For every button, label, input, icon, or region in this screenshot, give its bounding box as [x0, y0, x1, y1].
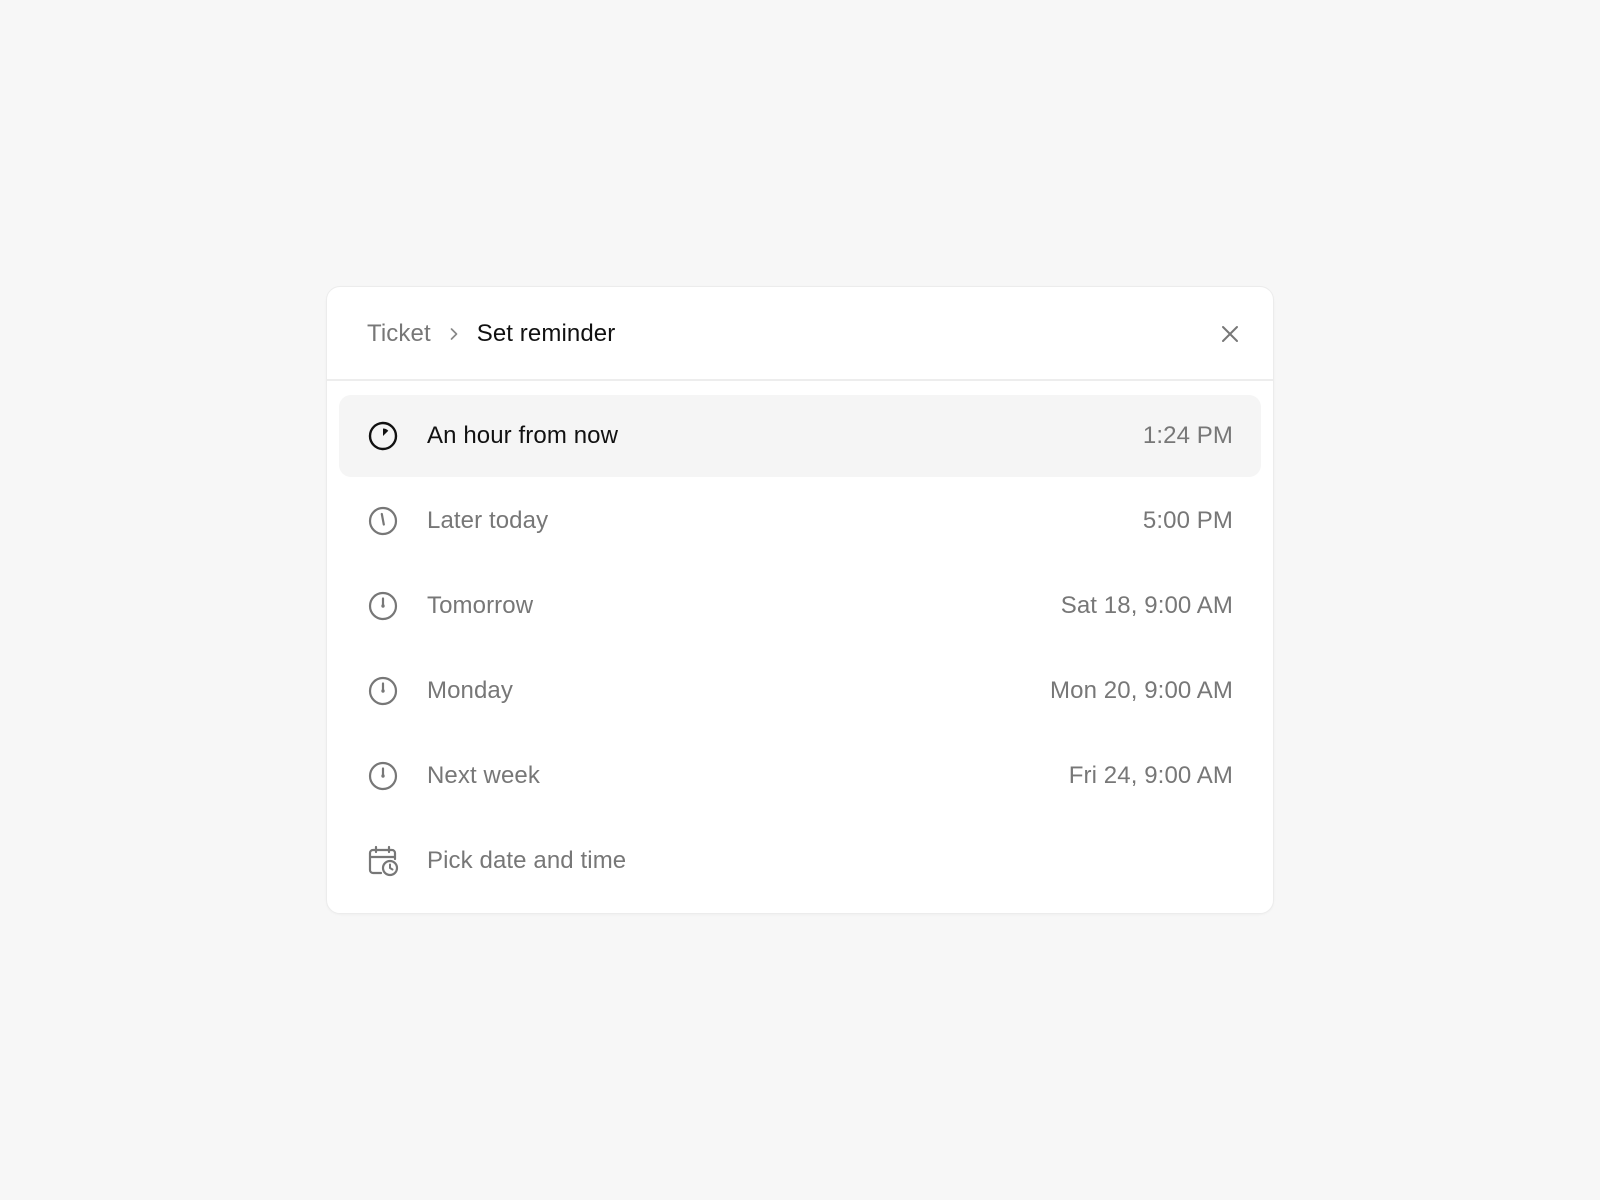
chevron-right-icon	[431, 322, 477, 346]
clock-icon	[367, 505, 399, 537]
option-time: 5:00 PM	[1142, 507, 1233, 534]
option-time: Sat 18, 9:00 AM	[1060, 592, 1233, 619]
option-next-week[interactable]: Next week Fri 24, 9:00 AM	[339, 735, 1261, 817]
breadcrumb-set-reminder: Set reminder	[476, 320, 616, 347]
option-label: Monday	[427, 677, 513, 704]
breadcrumb: Ticket Set reminder	[367, 287, 615, 381]
option-pick-date-and-time[interactable]: Pick date and time	[339, 820, 1261, 902]
option-label: Next week	[427, 762, 540, 789]
dialog-header: Ticket Set reminder	[327, 287, 1273, 381]
option-tomorrow[interactable]: Tomorrow Sat 18, 9:00 AM	[339, 565, 1261, 647]
option-label: An hour from now	[427, 422, 619, 449]
option-an-hour-from-now[interactable]: An hour from now 1:24 PM	[339, 395, 1261, 477]
breadcrumb-ticket[interactable]: Ticket	[367, 320, 431, 348]
close-button[interactable]	[1213, 317, 1247, 351]
option-label: Later today	[427, 507, 549, 534]
option-time: 1:24 PM	[1142, 422, 1233, 449]
clock-icon	[367, 675, 399, 707]
reminder-options: An hour from now 1:24 PM Later today 5:0…	[327, 381, 1273, 902]
option-time: Fri 24, 9:00 AM	[1068, 762, 1233, 789]
option-time: Mon 20, 9:00 AM	[1050, 677, 1233, 704]
option-later-today[interactable]: Later today 5:00 PM	[339, 480, 1261, 562]
clock-icon	[367, 760, 399, 792]
option-label: Tomorrow	[427, 592, 534, 619]
clock-icon	[367, 590, 399, 622]
clock-icon	[367, 420, 399, 452]
option-label: Pick date and time	[427, 847, 627, 874]
calendar-clock-icon	[367, 845, 399, 877]
option-monday[interactable]: Monday Mon 20, 9:00 AM	[339, 650, 1261, 732]
set-reminder-dialog: Ticket Set reminder An hour from now 1:2…	[326, 286, 1274, 914]
close-icon	[1222, 326, 1238, 342]
